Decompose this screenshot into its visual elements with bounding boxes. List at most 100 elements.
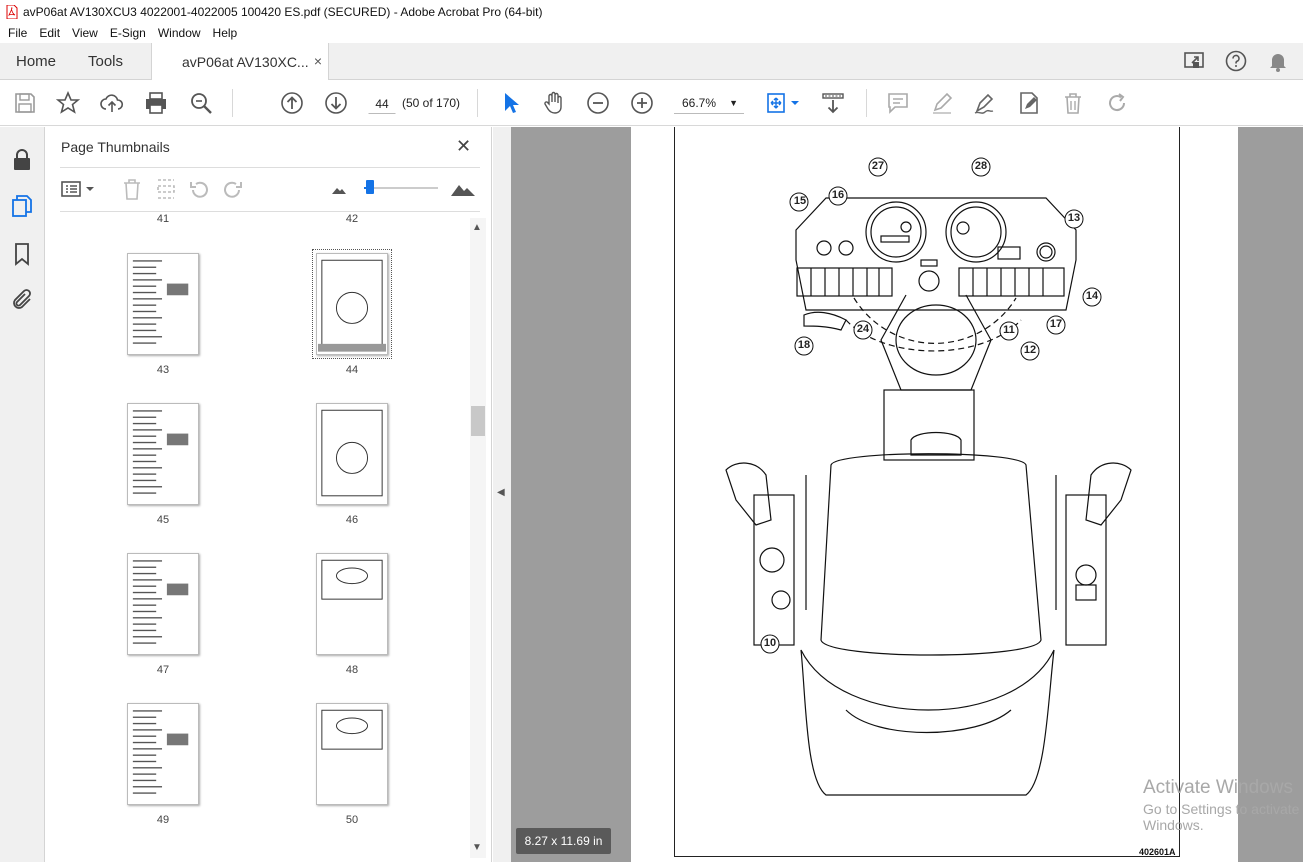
page-thumbnail[interactable] bbox=[316, 553, 388, 655]
toolbar-divider bbox=[232, 89, 233, 117]
share-screen-icon[interactable] bbox=[1183, 50, 1207, 72]
attachment-icon[interactable] bbox=[10, 288, 34, 312]
menu-view[interactable]: View bbox=[66, 26, 104, 40]
page-thumbnail[interactable] bbox=[312, 249, 392, 359]
thumbnail-page-label: 48 bbox=[345, 664, 359, 676]
sign-pen-icon[interactable] bbox=[973, 91, 997, 115]
small-mountain-icon bbox=[332, 188, 346, 194]
thumbnail-page-label: 47 bbox=[156, 664, 170, 676]
page-thumbnail[interactable] bbox=[127, 703, 199, 805]
bell-icon[interactable] bbox=[1268, 51, 1288, 73]
activation-watermark-subtitle: Go to Settings to activate Windows. bbox=[1143, 801, 1300, 833]
hand-tool-icon[interactable] bbox=[542, 91, 566, 115]
rotate-left-icon[interactable] bbox=[188, 178, 210, 200]
extract-page-icon[interactable] bbox=[155, 177, 177, 201]
close-tab-icon[interactable]: × bbox=[314, 53, 322, 69]
title-bar: avP06at AV130XCU3 4022001-4022005 100420… bbox=[0, 0, 1303, 23]
panel-title: Page Thumbnails bbox=[61, 139, 170, 155]
redo-icon[interactable] bbox=[1105, 91, 1129, 115]
close-panel-icon[interactable]: ✕ bbox=[456, 136, 471, 157]
page-count: (50 of 170) bbox=[402, 96, 461, 110]
slider-thumb[interactable] bbox=[366, 180, 374, 194]
menu-esign[interactable]: E-Sign bbox=[104, 26, 152, 40]
tab-tools[interactable]: Tools bbox=[88, 43, 123, 80]
large-mountain-icon bbox=[451, 185, 475, 196]
zoom-in-icon[interactable] bbox=[630, 91, 654, 115]
zoom-select[interactable]: 66.7% ▼ bbox=[674, 92, 744, 114]
thumbnail-preview-icon bbox=[321, 409, 383, 497]
page-thumbnails-icon[interactable] bbox=[10, 194, 34, 218]
scroll-down-arrow-icon[interactable]: ▼ bbox=[472, 842, 482, 853]
page-fit-icon[interactable] bbox=[765, 91, 801, 115]
page-thumbnail[interactable] bbox=[316, 403, 388, 505]
page-thumbnail[interactable] bbox=[127, 253, 199, 355]
thumbnail-page-label: 49 bbox=[156, 814, 170, 826]
menu-file[interactable]: File bbox=[2, 26, 33, 40]
thumbnail-page-label: 44 bbox=[345, 364, 359, 376]
thumbnail-preview-icon bbox=[132, 710, 189, 794]
thumbnail-page-label: 46 bbox=[345, 514, 359, 526]
thumbnail-scrollbar[interactable] bbox=[470, 218, 486, 858]
tab-document-label: avP06at AV130XC... bbox=[182, 54, 309, 70]
lock-icon[interactable] bbox=[10, 148, 34, 172]
thumbnail-page-label: 43 bbox=[156, 364, 170, 376]
scroll-up-arrow-icon[interactable]: ▲ bbox=[472, 222, 482, 233]
zoom-out-icon[interactable] bbox=[586, 91, 610, 115]
callout-14: 14 bbox=[1085, 290, 1099, 302]
previous-page-icon[interactable] bbox=[280, 91, 304, 115]
menu-bar: File Edit View E-Sign Window Help bbox=[0, 23, 1303, 43]
star-icon[interactable] bbox=[56, 91, 80, 115]
print-icon[interactable] bbox=[144, 91, 168, 115]
callout-13: 13 bbox=[1067, 212, 1081, 224]
callout-10: 10 bbox=[763, 637, 777, 649]
thumbnail-preview-icon bbox=[321, 559, 383, 600]
save-icon[interactable] bbox=[13, 91, 37, 115]
rotate-right-icon[interactable] bbox=[222, 178, 244, 200]
thumbnail-page-label: 45 bbox=[156, 514, 170, 526]
upload-cloud-icon[interactable] bbox=[100, 91, 124, 115]
thumbnail-page-label: 50 bbox=[345, 814, 359, 826]
menu-help[interactable]: Help bbox=[207, 26, 244, 40]
activation-watermark-title: Activate Windows bbox=[1143, 777, 1293, 798]
thumbnail-page-label: 42 bbox=[345, 213, 359, 225]
comment-icon[interactable] bbox=[886, 91, 910, 115]
thumbnail-options-icon[interactable] bbox=[60, 179, 96, 199]
help-icon[interactable] bbox=[1225, 50, 1247, 72]
scrollbar-thumb[interactable] bbox=[471, 406, 485, 436]
delete-icon[interactable] bbox=[1061, 91, 1085, 115]
select-cursor-icon[interactable] bbox=[499, 91, 523, 115]
thumbnail-preview-icon bbox=[132, 260, 189, 344]
thumbnails-panel: Page Thumbnails ✕ 41 42 43 44 45 46 47 48 49 50 bbox=[46, 127, 492, 862]
scroll-mode-icon[interactable] bbox=[821, 91, 845, 115]
bookmark-icon[interactable] bbox=[10, 242, 34, 266]
panel-divider bbox=[60, 211, 480, 212]
figure-id: 402601A bbox=[1139, 847, 1176, 857]
thumbnail-page-label: 41 bbox=[156, 213, 170, 225]
page-thumbnail[interactable] bbox=[127, 403, 199, 505]
menu-window[interactable]: Window bbox=[152, 26, 207, 40]
zoom-search-icon[interactable] bbox=[189, 91, 213, 115]
callout-24: 24 bbox=[856, 323, 870, 335]
toolbar-divider bbox=[866, 89, 867, 117]
highlight-pen-icon[interactable] bbox=[930, 91, 954, 115]
page-size-indicator: 8.27 x 11.69 in bbox=[516, 828, 611, 854]
page-thumbnail[interactable] bbox=[127, 553, 199, 655]
callout-11: 11 bbox=[1003, 324, 1015, 336]
tab-document[interactable]: avP06at AV130XC... × bbox=[151, 43, 329, 81]
edit-document-icon[interactable] bbox=[1017, 91, 1041, 115]
thumbnail-size-slider[interactable] bbox=[364, 187, 438, 189]
menu-edit[interactable]: Edit bbox=[33, 26, 66, 40]
pdf-file-icon bbox=[6, 4, 18, 19]
callout-15: 15 bbox=[793, 195, 807, 207]
next-page-icon[interactable] bbox=[324, 91, 348, 115]
collapse-arrow-icon[interactable]: ◀ bbox=[497, 487, 505, 498]
thumbnail-list[interactable]: 41 42 43 44 45 46 47 48 49 50 bbox=[46, 213, 470, 862]
page-thumbnail[interactable] bbox=[316, 703, 388, 805]
callout-16: 16 bbox=[831, 189, 845, 201]
delete-page-icon[interactable] bbox=[121, 177, 143, 201]
panel-divider bbox=[60, 167, 480, 168]
tab-home[interactable]: Home bbox=[16, 43, 56, 80]
thumbnail-preview-icon bbox=[321, 709, 383, 750]
page-number-input[interactable]: 44 bbox=[368, 92, 396, 114]
left-rail bbox=[0, 127, 45, 862]
